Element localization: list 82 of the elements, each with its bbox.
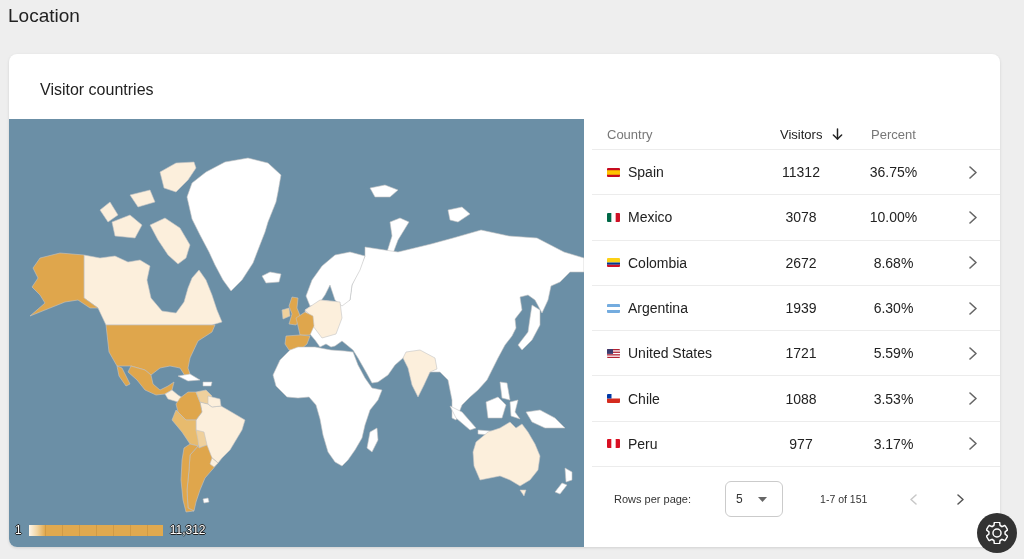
australia-shape [472, 421, 541, 487]
arrow-down-icon [832, 128, 844, 140]
island-shape [129, 189, 156, 208]
country-name: Argentina [628, 300, 688, 317]
argentina-shape [186, 444, 219, 512]
flag-icon [607, 439, 620, 449]
percent-cell: 5.59% [873, 345, 914, 362]
country-name: Mexico [628, 209, 673, 226]
percent-cell: 6.30% [873, 300, 914, 317]
chevron-right-icon[interactable] [968, 210, 977, 224]
country-name: Chile [628, 390, 660, 407]
visitors-cell: 1088 [785, 390, 817, 407]
chevron-right-icon[interactable] [968, 256, 977, 270]
alaska-shape [29, 252, 99, 317]
percent-cell: 3.53% [873, 390, 914, 407]
japan-shape [517, 304, 541, 351]
country-name: Peru [628, 435, 658, 452]
visitors-cell: 2672 [785, 254, 817, 271]
chevron-right-icon[interactable] [968, 301, 977, 315]
island-shape [519, 489, 527, 497]
island-shape [202, 497, 210, 504]
column-header[interactable]: Percent [871, 126, 916, 142]
caret-down-icon [757, 496, 767, 502]
percent-cell: 8.68% [873, 254, 914, 271]
flag-icon [607, 212, 620, 222]
colombia-shape [175, 391, 203, 421]
visitors-cell: 1939 [785, 300, 817, 317]
island-shape [447, 206, 471, 223]
visitors-cell: 1721 [785, 345, 817, 362]
ireland-shape [281, 307, 291, 320]
chile-shape [180, 443, 199, 513]
page-range-label: 1-7 of 151 [820, 493, 868, 506]
flag-icon [607, 258, 620, 268]
chevron-right-icon[interactable] [968, 437, 977, 451]
chevron-right-icon [957, 493, 965, 505]
column-header[interactable]: Country [607, 126, 653, 142]
brazil-shape [195, 401, 246, 464]
percent-cell: 10.00% [869, 209, 918, 226]
venezuela-shape [195, 389, 213, 405]
rows-per-page-label: Rows per page: [614, 493, 692, 506]
percent-cell: 3.17% [873, 435, 914, 452]
iberia-shape [284, 334, 311, 351]
flag-icon [607, 303, 620, 313]
visitors-cell: 11312 [782, 164, 820, 181]
card-title: Visitor countries [40, 80, 154, 100]
chevron-left-icon [910, 493, 918, 505]
settings-icon [986, 522, 1008, 544]
country-name: United States [628, 345, 713, 362]
guiana-shape [207, 395, 222, 408]
legend-max-label: 11,312 [169, 523, 206, 537]
flag-icon [607, 394, 620, 404]
bolivia-shape [195, 429, 208, 449]
baja-peninsula-shape [116, 365, 131, 387]
india-shape [402, 349, 438, 398]
chevron-right-icon[interactable] [968, 346, 977, 360]
legend-min-label: 1 [15, 523, 22, 537]
country-name: Colombia [628, 254, 688, 271]
rows-per-page-select[interactable]: 5 [725, 481, 784, 518]
visitors-cell: 3078 [785, 209, 817, 226]
page-title: Location [8, 4, 80, 28]
scandinavia-shape [305, 251, 366, 307]
visitors-cell: 977 [789, 435, 813, 452]
settings-button[interactable] [977, 513, 1017, 553]
island-shape [149, 217, 191, 265]
island-shape [509, 399, 521, 420]
iceland-shape [261, 271, 282, 284]
chevron-right-icon[interactable] [968, 392, 977, 406]
island-shape [369, 184, 399, 198]
france-shape [295, 311, 315, 336]
country-name: Spain [628, 164, 664, 181]
island-shape [159, 161, 197, 193]
britain-shape [288, 296, 302, 326]
uruguay-shape [209, 457, 219, 468]
madagascar-shape [366, 427, 379, 453]
percent-cell: 36.75% [869, 164, 918, 181]
flag-icon [607, 348, 620, 358]
central-europe-shape [304, 299, 343, 339]
island-shape [525, 409, 566, 429]
next-page-button[interactable] [956, 492, 966, 507]
chevron-right-icon[interactable] [968, 165, 977, 179]
flag-icon [607, 167, 620, 177]
column-header[interactable]: Visitors [780, 126, 844, 142]
